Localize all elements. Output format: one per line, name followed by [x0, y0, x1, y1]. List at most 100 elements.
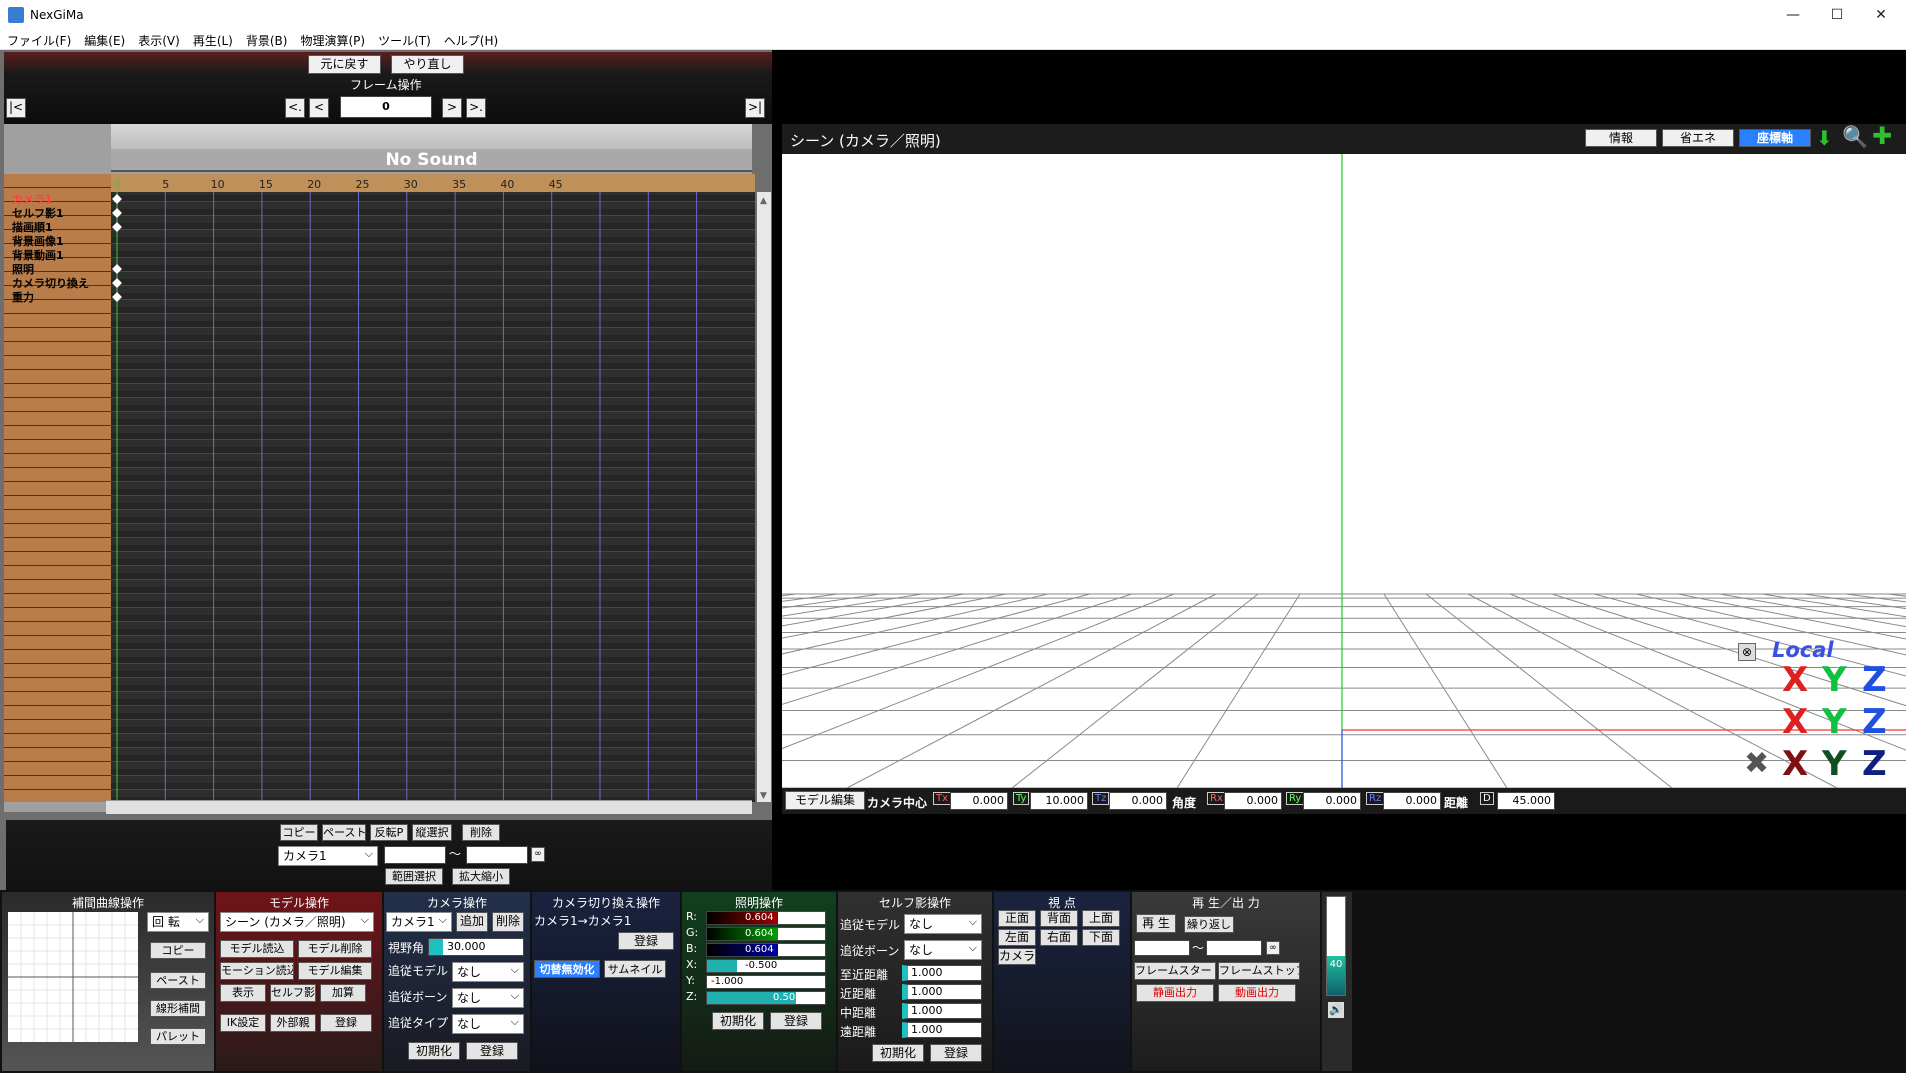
menu-physics[interactable]: 物理演算(P): [293, 30, 371, 49]
play-start-input[interactable]: [1134, 940, 1190, 956]
frame-stop-button[interactable]: フレームストップ: [1218, 962, 1300, 980]
redo-button[interactable]: やり直し: [391, 55, 464, 74]
move-z-icon[interactable]: Z: [1862, 702, 1887, 742]
still-output-button[interactable]: 静画出力: [1136, 984, 1214, 1002]
near-input[interactable]: 1.000: [902, 984, 982, 1000]
view-top-button[interactable]: 上面: [1082, 910, 1120, 927]
play-infinite-button[interactable]: ∞: [1266, 941, 1280, 955]
view-right-button[interactable]: 右面: [1040, 929, 1078, 946]
rotate-y-icon[interactable]: Y: [1822, 660, 1847, 700]
menu-background[interactable]: 背景(B): [239, 30, 294, 49]
vertical-select-button[interactable]: 縦選択: [412, 824, 452, 841]
track-draw-order[interactable]: 描画順1: [6, 221, 111, 235]
tx-input[interactable]: 0.000: [950, 792, 1008, 810]
linear-interp-button[interactable]: 線形補間: [150, 1000, 206, 1017]
light-register-button[interactable]: 登録: [770, 1012, 822, 1030]
mid-input[interactable]: 1.000: [902, 1003, 982, 1019]
menu-tools[interactable]: ツール(T): [371, 30, 437, 49]
motion-load-button[interactable]: モーション読込: [220, 962, 294, 980]
paste-frames-button[interactable]: ペースト: [322, 824, 366, 841]
model-edit-button[interactable]: モデル編集: [785, 791, 865, 810]
menu-edit[interactable]: 編集(E): [77, 30, 131, 49]
shadow-follow-bone-select[interactable]: なし: [904, 940, 982, 960]
move-x-icon[interactable]: X: [1782, 702, 1808, 742]
track-gravity[interactable]: 重力: [6, 291, 111, 305]
range-start-input[interactable]: [384, 846, 446, 864]
camera-delete-button[interactable]: 削除: [492, 912, 524, 932]
camera-select[interactable]: カメラ1: [386, 912, 452, 932]
frame-number-input[interactable]: 0: [340, 96, 432, 118]
rx-input[interactable]: 0.000: [1224, 792, 1282, 810]
rotate-z-icon[interactable]: Z: [1862, 660, 1887, 700]
palette-button[interactable]: パレット: [150, 1028, 206, 1045]
camera-add-button[interactable]: 追加: [456, 912, 488, 932]
light-y-slider[interactable]: -1.000: [706, 975, 826, 989]
eco-button[interactable]: 省エネ: [1662, 129, 1734, 147]
external-parent-button[interactable]: 外部親: [270, 1014, 316, 1032]
video-output-button[interactable]: 動画出力: [1218, 984, 1296, 1002]
local-z-icon[interactable]: Z: [1862, 744, 1887, 784]
view-back-button[interactable]: 背面: [1040, 910, 1078, 927]
track-camera[interactable]: カメラ1: [6, 193, 111, 207]
menu-help[interactable]: ヘルプ(H): [437, 30, 504, 49]
timeline-grid[interactable]: 0 5 10 15 20 25 30 35 40 45 ▲ ▼: [4, 174, 774, 814]
close-button[interactable]: ✕: [1858, 0, 1904, 30]
track-bg-video[interactable]: 背景動画1: [6, 249, 111, 263]
ry-input[interactable]: 0.000: [1303, 792, 1361, 810]
camera-follow-bone-select[interactable]: なし: [452, 988, 524, 1008]
speaker-icon[interactable]: 🔊: [1328, 1002, 1344, 1018]
prev-key-button[interactable]: <.: [285, 98, 305, 118]
play-button[interactable]: 再 生: [1136, 914, 1176, 933]
local-x-icon[interactable]: X: [1782, 744, 1808, 784]
timeline-hscrollbar[interactable]: [106, 800, 752, 814]
edit-target-select[interactable]: カメラ1: [278, 846, 378, 866]
maximize-button[interactable]: ☐: [1814, 0, 1860, 30]
light-z-slider[interactable]: 0.500: [706, 991, 826, 1005]
view-left-button[interactable]: 左面: [998, 929, 1036, 946]
light-init-button[interactable]: 初期化: [712, 1012, 764, 1030]
ik-settings-button[interactable]: IK設定: [220, 1014, 266, 1032]
interp-curve-editor[interactable]: [8, 912, 138, 1042]
model-select[interactable]: シーン (カメラ／照明): [220, 912, 374, 932]
shadow-init-button[interactable]: 初期化: [872, 1044, 924, 1062]
play-end-input[interactable]: [1206, 940, 1262, 956]
view-camera-button[interactable]: カメラ: [998, 948, 1036, 965]
menu-play[interactable]: 再生(L): [186, 30, 239, 49]
shadow-register-button[interactable]: 登録: [930, 1044, 982, 1062]
light-b-slider[interactable]: 0.604: [706, 943, 826, 957]
move-all-icon[interactable]: ✖: [1744, 746, 1769, 781]
display-button[interactable]: 表示: [220, 984, 266, 1002]
next-frame-button[interactable]: >: [442, 98, 462, 118]
camera-init-button[interactable]: 初期化: [408, 1042, 460, 1060]
rotate-x-icon[interactable]: X: [1782, 660, 1808, 700]
fov-slider[interactable]: 30.000: [428, 938, 524, 956]
range-select-button[interactable]: 範囲選択: [385, 868, 443, 885]
menu-file[interactable]: ファイル(F): [0, 30, 77, 49]
interp-paste-button[interactable]: ペースト: [150, 972, 206, 989]
info-button[interactable]: 情報: [1585, 129, 1657, 147]
pan-icon[interactable]: ✚: [1872, 124, 1892, 148]
frame-start-button[interactable]: フレームスタート: [1134, 962, 1216, 980]
volume-slider[interactable]: 40: [1326, 896, 1346, 996]
model-delete-button[interactable]: モデル削除: [298, 940, 372, 958]
model-register-button[interactable]: 登録: [320, 1014, 372, 1032]
camswitch-disable-button[interactable]: 切替無効化: [534, 960, 600, 978]
light-x-slider[interactable]: -0.500: [706, 959, 826, 973]
tz-input[interactable]: 0.000: [1109, 792, 1167, 810]
range-infinite-button[interactable]: ∞: [531, 847, 545, 862]
view-bottom-button[interactable]: 下面: [1082, 929, 1120, 946]
model-load-button[interactable]: モデル読込: [220, 940, 294, 958]
track-bg-image[interactable]: 背景画像1: [6, 235, 111, 249]
light-g-slider[interactable]: 0.604: [706, 927, 826, 941]
repeat-button[interactable]: 繰り返し: [1184, 916, 1234, 933]
camera-register-button[interactable]: 登録: [466, 1042, 518, 1060]
axis-toggle-button[interactable]: 座標軸: [1739, 129, 1811, 147]
ty-input[interactable]: 10.000: [1030, 792, 1088, 810]
self-shadow-button[interactable]: セルフ影: [270, 984, 316, 1002]
track-light[interactable]: 照明: [6, 263, 111, 277]
camswitch-register-button[interactable]: 登録: [618, 932, 674, 950]
delete-frames-button[interactable]: 削除: [462, 824, 500, 841]
interp-copy-button[interactable]: コピー: [150, 942, 206, 959]
range-end-input[interactable]: [466, 846, 528, 864]
scroll-down-icon[interactable]: ▼: [760, 791, 767, 801]
